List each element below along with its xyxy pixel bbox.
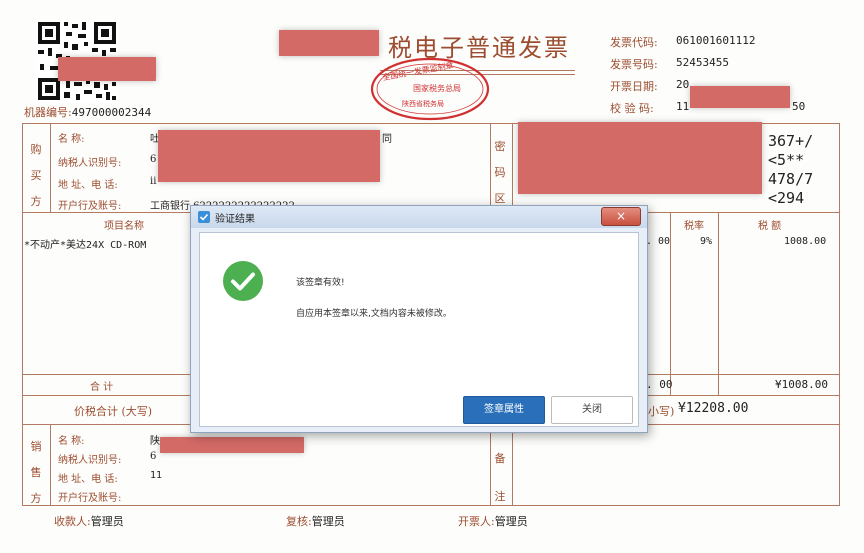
check-code-tail: 50 bbox=[792, 100, 806, 113]
cipher-text: 367+/<5** 478/7 <294 bbox=[768, 132, 814, 207]
invoice-number-label: 发票号码: bbox=[610, 58, 658, 71]
buyer-bank-label: 开户行及账号: bbox=[58, 201, 122, 212]
seller-tax-id-label: 纳税人识别号: bbox=[58, 455, 122, 466]
seller-tax-id-partial: 6 bbox=[150, 451, 157, 462]
redacted-block bbox=[160, 437, 304, 453]
seller-name-partial: 陕 bbox=[150, 436, 160, 447]
invoice-document: 机器编号:497000002344 税电子普通发票 全国统一发票监制章 国家税务… bbox=[0, 0, 864, 553]
remarks-side-label: 备注 bbox=[494, 452, 506, 503]
total-tax: ¥1008.00 bbox=[775, 378, 828, 391]
redacted-block bbox=[518, 122, 762, 194]
invoice-number-value: 52453455 bbox=[676, 56, 729, 69]
item-row-amount: . 00 bbox=[646, 236, 671, 247]
buyer-name-label: 名 称: bbox=[58, 134, 85, 145]
redacted-block bbox=[158, 130, 380, 182]
buyer-address-partial: ii bbox=[150, 176, 157, 187]
buyer-side-label: 购买方 bbox=[30, 143, 42, 208]
seller-name-label: 名 称: bbox=[58, 436, 85, 447]
issue-date-label: 开票日期: bbox=[610, 80, 658, 93]
invoice-code-value: 061001601112 bbox=[676, 34, 756, 47]
issuer-value: 管理员 bbox=[494, 515, 528, 528]
document-verify-icon bbox=[198, 211, 210, 223]
items-header-tax: 税 额 bbox=[758, 221, 782, 232]
dialog-title: 验证结果 bbox=[215, 214, 255, 225]
machine-number-label: 机器编号: bbox=[24, 106, 72, 119]
dialog-message-main: 该签章有效! bbox=[296, 278, 345, 288]
seal-line-3: 陕西省税务局 bbox=[402, 100, 444, 108]
check-circle-icon bbox=[223, 261, 263, 301]
issuer-label: 开票人: bbox=[458, 515, 495, 528]
buyer-tax-id-partial: 6 bbox=[150, 154, 157, 165]
reviewer-value: 管理员 bbox=[311, 515, 345, 528]
redacted-block bbox=[58, 57, 156, 81]
item-row-tax: 1008.00 bbox=[784, 236, 827, 247]
reviewer: 复核:管理员 bbox=[286, 513, 345, 529]
signature-properties-button[interactable]: 签章属性 bbox=[463, 396, 545, 424]
items-header-name: 项目名称 bbox=[104, 221, 144, 232]
total-amount: . 00 bbox=[646, 378, 673, 391]
items-header-rate: 税率 bbox=[684, 221, 704, 232]
payee-value: 管理员 bbox=[90, 515, 124, 528]
reviewer-label: 复核: bbox=[286, 515, 312, 528]
dialog-close-button[interactable]: × bbox=[601, 207, 641, 226]
close-icon: × bbox=[615, 209, 627, 223]
grand-total-label: 价税合计 (大写) bbox=[74, 405, 153, 418]
payee-label: 收款人: bbox=[54, 515, 91, 528]
seal-line-2: 国家税务总局 bbox=[413, 84, 461, 93]
check-code-label: 校 验 码: bbox=[610, 102, 654, 115]
payee: 收款人:管理员 bbox=[54, 513, 124, 529]
close-button[interactable]: 关闭 bbox=[551, 396, 633, 424]
machine-number: 机器编号:497000002344 bbox=[24, 104, 151, 120]
item-row-rate: 9% bbox=[700, 236, 713, 247]
issue-date-value: 20 bbox=[676, 78, 690, 91]
buyer-address-label: 地 址、电 话: bbox=[58, 180, 118, 191]
total-label: 合 计 bbox=[90, 382, 114, 393]
seller-address-value: 11 bbox=[150, 470, 163, 481]
item-row-name: *不动产*美达24X CD-ROM bbox=[24, 240, 147, 251]
dialog-message-detail: 自应用本签章以来,文档内容未被修改。 bbox=[296, 309, 452, 319]
grand-total-small-label: 小写) bbox=[648, 405, 675, 418]
dialog-title-bar[interactable]: 验证结果 × bbox=[191, 206, 647, 228]
machine-number-value: 497000002344 bbox=[71, 106, 152, 119]
buyer-name-tail: 同 bbox=[382, 134, 392, 145]
grand-total-value: ¥12208.00 bbox=[678, 401, 749, 416]
seller-bank-label: 开户行及账号: bbox=[58, 493, 122, 504]
invoice-code-label: 发票代码: bbox=[610, 36, 658, 49]
issuer: 开票人:管理员 bbox=[458, 513, 528, 529]
redacted-block bbox=[690, 86, 790, 108]
dialog-body: 该签章有效! 自应用本签章以来,文档内容未被修改。 签章属性 关闭 bbox=[199, 232, 639, 427]
cipher-side-label: 密码区 bbox=[494, 140, 506, 205]
buyer-tax-id-label: 纳税人识别号: bbox=[58, 158, 122, 169]
seller-address-label: 地 址、电 话: bbox=[58, 474, 118, 485]
verification-dialog: 验证结果 × 该签章有效! 自应用本签章以来,文档内容未被修改。 签章属性 关闭 bbox=[190, 205, 648, 433]
seller-side-label: 销售方 bbox=[30, 440, 42, 505]
redacted-block bbox=[279, 30, 379, 56]
check-code-value: 11 bbox=[676, 100, 690, 113]
